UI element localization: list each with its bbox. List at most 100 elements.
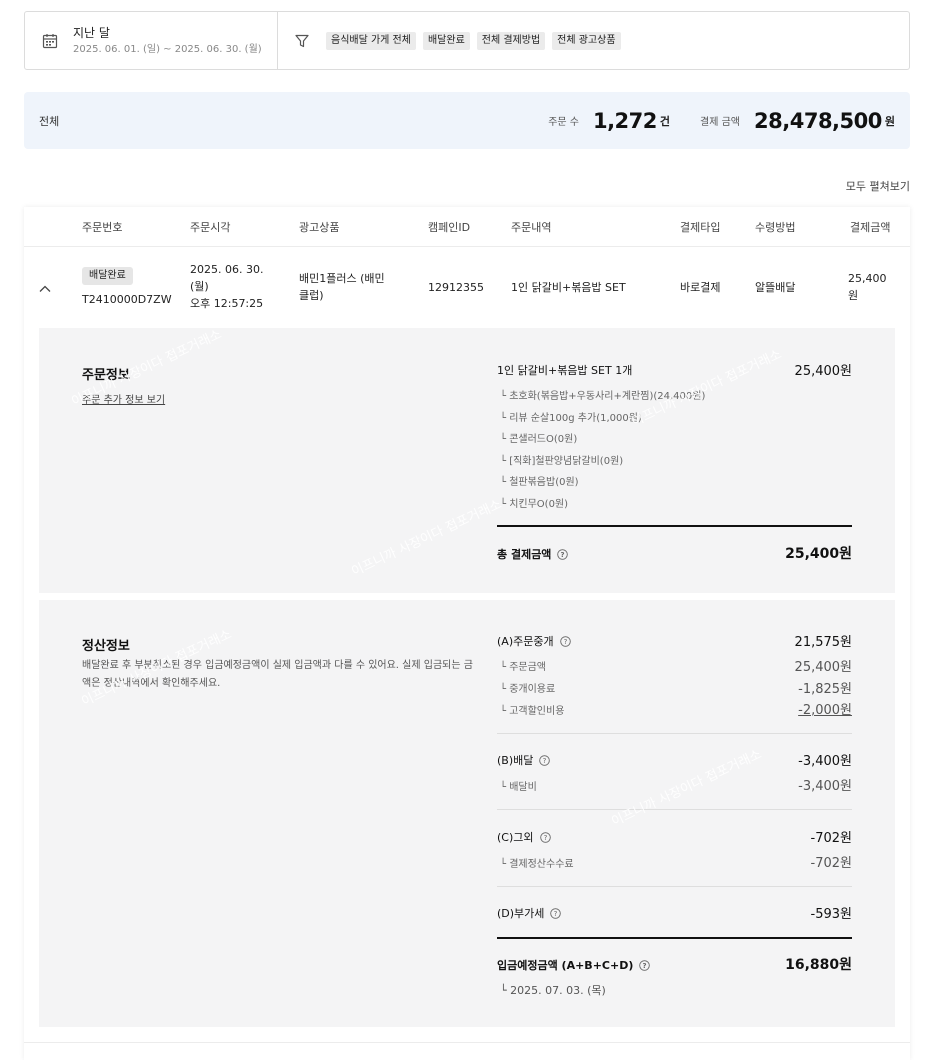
order-item-price: 25,400원	[794, 364, 852, 379]
order-info-title: 주문정보	[82, 368, 130, 383]
header-order-time: 주문시각	[190, 221, 231, 234]
summary-label: 전체	[39, 114, 60, 128]
order-option: └ 철판볶음밥(0원)	[500, 477, 579, 488]
settlement-divider	[497, 886, 852, 887]
table-header: 주문번호 주문시각 광고상품 캠페인ID 주문내역 결제타입 수령방법 결제금액	[24, 207, 910, 247]
delivery-method: 알뜰배달	[755, 281, 796, 294]
order-number: T2410000D7ZW	[82, 293, 172, 306]
settlement-a-item-amount[interactable]: -2,000원	[798, 699, 852, 718]
svg-text:?: ?	[561, 551, 565, 559]
filter-icon	[294, 33, 310, 49]
settlement-d-label: (D)부가세 ?	[497, 905, 562, 921]
header-order-no: 주문번호	[82, 221, 123, 234]
settlement-note: 배달완료 후 부분취소된 경우 입금예정금액이 실제 입금액과 다를 수 있어요…	[82, 660, 473, 689]
settlement-a-item-label: └ 중개이용료	[500, 684, 556, 695]
expected-amount-label: 입금예정금액 (A+B+C+D) ?	[497, 957, 651, 973]
settlement-a-item-label: └ 고객할인비용	[500, 706, 565, 717]
header-delivery-method: 수령방법	[755, 221, 796, 234]
settlement-a-amount: 21,575원	[794, 635, 852, 650]
settlement-a-label: (A)주문중개 ?	[497, 633, 571, 649]
order-item-name: 1인 닭갈비+볶음밥 SET 1개	[497, 364, 633, 377]
order-count-label: 주문 수	[548, 117, 579, 128]
header-campaign-id: 캠페인ID	[428, 221, 471, 234]
help-icon[interactable]: ?	[639, 959, 651, 971]
settlement-c-item-amount: -702원	[810, 856, 852, 871]
help-icon[interactable]: ?	[550, 907, 562, 919]
period-label: 지난 달	[73, 25, 110, 40]
help-icon[interactable]: ?	[559, 635, 571, 647]
header-payment-type: 결제타입	[680, 221, 721, 234]
settlement-a-item-label: └ 주문금액	[500, 662, 546, 673]
settlement-a-label-text: (A)주문중개	[497, 635, 554, 648]
order-total-label: 총 결제금액 ?	[497, 546, 569, 562]
settlement-a-item-amount: 25,400원	[794, 660, 852, 675]
order-count-value: 1,272	[592, 108, 657, 133]
settlement-d-amount: -593원	[810, 907, 852, 922]
chevron-up-icon[interactable]	[38, 281, 52, 295]
ad-product-line2: 클럽)	[299, 289, 324, 302]
settlement-b-label: (B)배달 ?	[497, 752, 551, 768]
order-time-date: 2025. 06. 30.	[190, 263, 264, 276]
settlement-divider	[497, 733, 852, 734]
summary-bar: 전체 주문 수 1,272 건 결제 금액 28,478,500 원	[24, 92, 910, 149]
campaign-id: 12912355	[428, 281, 484, 294]
amount-unit: 원	[848, 289, 859, 302]
order-time-day: (월)	[190, 280, 209, 293]
order-option: └ 리뷰 순살100g 추가(1,000원)	[500, 413, 642, 424]
order-option: └ 초호화(볶음밥+우동사리+계란찜)(24,400원)	[500, 391, 706, 402]
settlement-c-amount: -702원	[810, 831, 852, 846]
header-order-detail: 주문내역	[511, 221, 552, 234]
filter-chip-store: 음식배달 가게 전체	[326, 31, 416, 50]
svg-text:?: ?	[543, 757, 547, 765]
header-ad-product: 광고상품	[299, 221, 340, 234]
calendar-icon	[41, 32, 59, 50]
settlement-c-label-text: (C)그외	[497, 831, 534, 844]
settlement-d-label-text: (D)부가세	[497, 907, 545, 920]
payment-amount-unit: 원	[884, 114, 895, 128]
order-time-clock: 오후 12:57:25	[190, 297, 264, 310]
settlement-b-amount: -3,400원	[798, 754, 852, 769]
expand-all-button[interactable]: 모두 펼쳐보기	[846, 178, 910, 194]
order-table: 주문번호 주문시각 광고상품 캠페인ID 주문내역 결제타입 수령방법 결제금액…	[24, 207, 910, 1060]
order-info-panel: 주문정보 주문 추가 정보 보기 1인 닭갈비+볶음밥 SET 1개 25,40…	[39, 328, 895, 593]
order-total-amount: 25,400원	[785, 546, 852, 562]
settlement-a-item-amount: -1,825원	[798, 682, 852, 697]
order-total-divider	[497, 525, 852, 527]
period-selector[interactable]: 지난 달 2025. 06. 01. (일) ~ 2025. 06. 30. (…	[25, 12, 278, 69]
table-row[interactable]: 배달완료 T2410000D7ZW 2025. 06. 30. (월) 오후 1…	[24, 248, 910, 328]
expected-date: └ 2025. 07. 03. (목)	[500, 984, 606, 997]
filter-chip-status: 배달완료	[422, 31, 470, 50]
filter-selector[interactable]: 음식배달 가게 전체 배달완료 전체 결제방법 전체 광고상품	[278, 12, 909, 69]
help-icon[interactable]: ?	[557, 548, 569, 560]
order-count-unit: 건	[659, 114, 671, 128]
expected-amount-value: 16,880원	[785, 957, 852, 973]
payment-amount-label: 결제 금액	[700, 117, 741, 128]
period-range: 2025. 06. 01. (일) ~ 2025. 06. 30. (월)	[73, 43, 262, 55]
settlement-b-item-label: └ 배달비	[500, 782, 537, 793]
row-divider	[24, 1042, 910, 1043]
svg-text:?: ?	[643, 962, 647, 970]
ad-product-line1: 배민1플러스 (배민	[299, 272, 385, 285]
order-option: └ [직화]철판양념닭갈비(0원)	[500, 456, 624, 467]
filter-chip-payment: 전체 결제방법	[476, 31, 546, 50]
status-badge: 배달완료	[82, 267, 133, 285]
settlement-b-item-amount: -3,400원	[798, 779, 852, 794]
order-more-info-link[interactable]: 주문 추가 정보 보기	[82, 391, 165, 406]
header-amount: 결제금액	[850, 221, 891, 234]
payment-type: 바로결제	[680, 281, 721, 294]
filter-bar: 지난 달 2025. 06. 01. (일) ~ 2025. 06. 30. (…	[24, 11, 910, 70]
svg-text:?: ?	[563, 638, 567, 646]
settlement-panel: 정산정보 배달완료 후 부분취소된 경우 입금예정금액이 실제 입금액과 다를 …	[39, 600, 895, 1027]
amount-value: 25,400	[848, 272, 887, 285]
order-option: └ 치킨무O(0원)	[500, 499, 569, 510]
svg-text:?: ?	[554, 910, 558, 918]
settlement-divider	[497, 809, 852, 810]
order-detail: 1인 닭갈비+볶음밥 SET	[511, 281, 626, 294]
settlement-c-item-label: └ 결제정산수수료	[500, 859, 574, 870]
settlement-title: 정산정보	[82, 639, 130, 654]
help-icon[interactable]: ?	[539, 754, 551, 766]
order-option: └ 콘샐러드O(0원)	[500, 434, 578, 445]
settlement-c-label: (C)그외 ?	[497, 829, 551, 845]
help-icon[interactable]: ?	[539, 831, 551, 843]
order-total-label-text: 총 결제금액	[497, 548, 552, 561]
